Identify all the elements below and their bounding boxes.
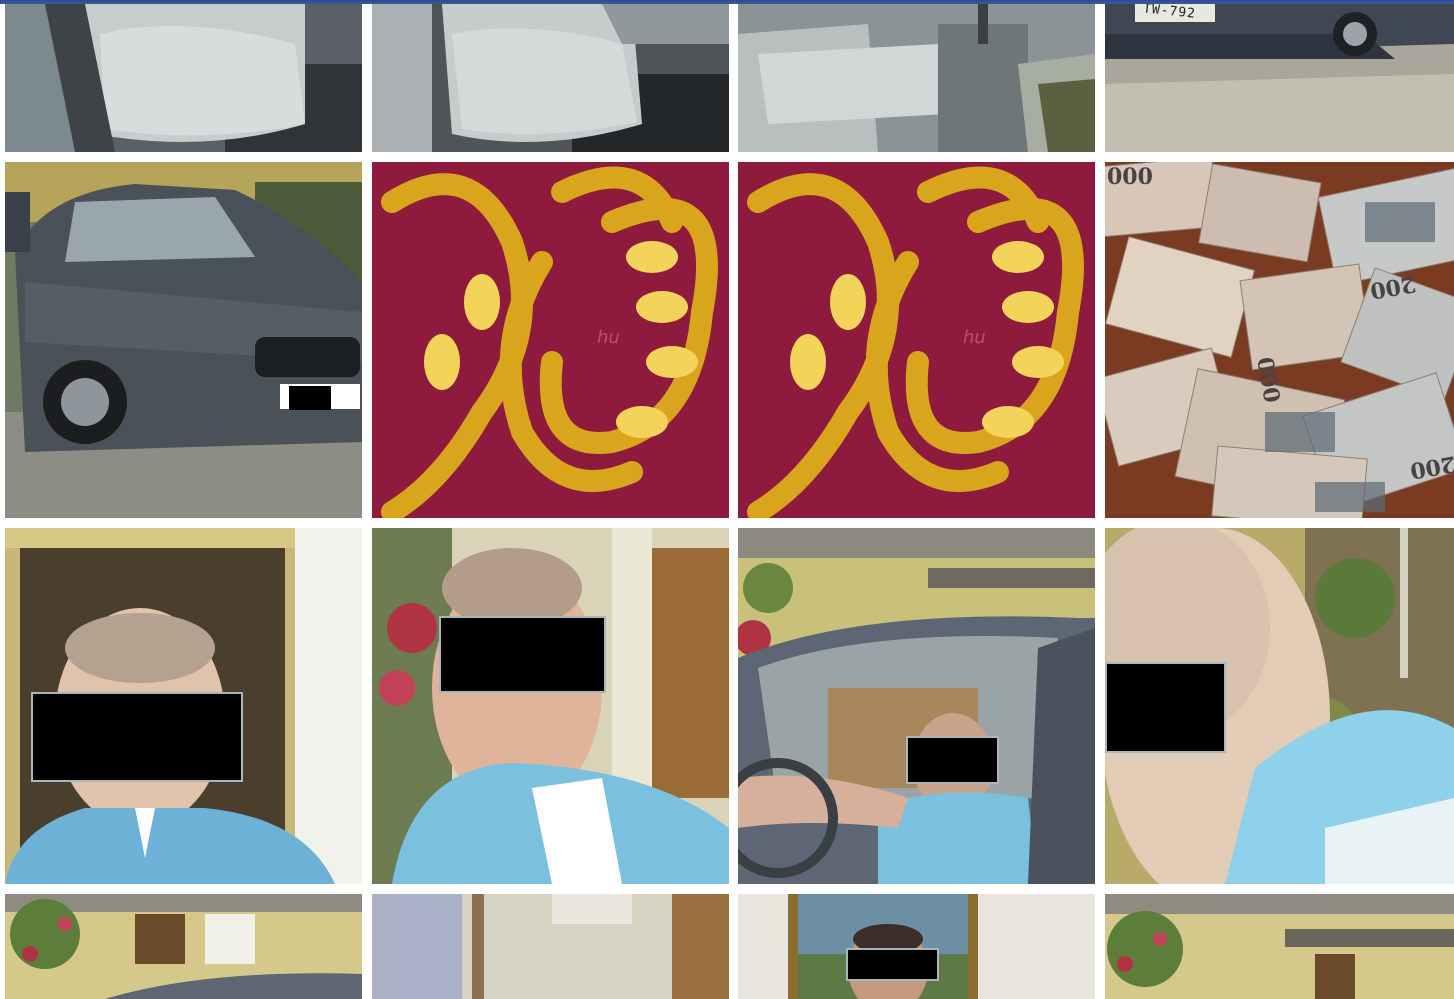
redacted-plate xyxy=(289,386,331,410)
photo-tile[interactable] xyxy=(5,4,362,152)
photo-tile[interactable]: 000 200 000 200 xyxy=(1105,162,1454,518)
photo-tile[interactable] xyxy=(738,528,1095,884)
photo-tile[interactable] xyxy=(738,4,1095,152)
gold-chains-photo xyxy=(372,162,729,518)
house-yard-photo xyxy=(5,894,362,999)
car-rear-photo xyxy=(1105,4,1454,152)
man-in-car-photo xyxy=(738,528,1095,884)
redacted-face xyxy=(906,736,999,784)
watermark-text: hu xyxy=(597,327,620,348)
house-yard-photo xyxy=(1105,894,1454,999)
watermark-text: hu xyxy=(963,327,986,348)
photo-tile[interactable] xyxy=(372,528,729,884)
car-console-photo xyxy=(738,4,1095,152)
photo-tile[interactable]: hu xyxy=(372,162,729,518)
car-seat-photo xyxy=(5,4,362,152)
painting-portrait-photo xyxy=(738,894,1095,999)
grey-sedan-photo xyxy=(5,162,362,518)
photo-tile[interactable] xyxy=(372,894,729,999)
banknotes-photo xyxy=(1105,162,1454,518)
banknote-value: 000 xyxy=(1107,164,1153,190)
photo-tile[interactable] xyxy=(1105,528,1454,884)
photo-tile[interactable]: hu xyxy=(738,162,1095,518)
photo-tile[interactable] xyxy=(372,4,729,152)
redacted-face xyxy=(31,692,243,782)
photo-tile[interactable]: TW-792 xyxy=(1105,4,1454,152)
photo-tile[interactable] xyxy=(1105,894,1454,999)
car-seat-photo xyxy=(372,4,729,152)
photo-tile[interactable] xyxy=(5,894,362,999)
doorway-photo xyxy=(372,894,729,999)
redacted-face xyxy=(1105,662,1226,753)
photo-tile[interactable] xyxy=(738,894,1095,999)
portrait-photo xyxy=(372,528,729,884)
photo-grid: TW-792 hu hu 000 200 000 200 xyxy=(0,0,1454,999)
redacted-face xyxy=(846,948,939,981)
redacted-face xyxy=(439,616,606,693)
gold-chains-photo xyxy=(738,162,1095,518)
photo-tile[interactable] xyxy=(5,162,362,518)
photo-tile[interactable] xyxy=(5,528,362,884)
